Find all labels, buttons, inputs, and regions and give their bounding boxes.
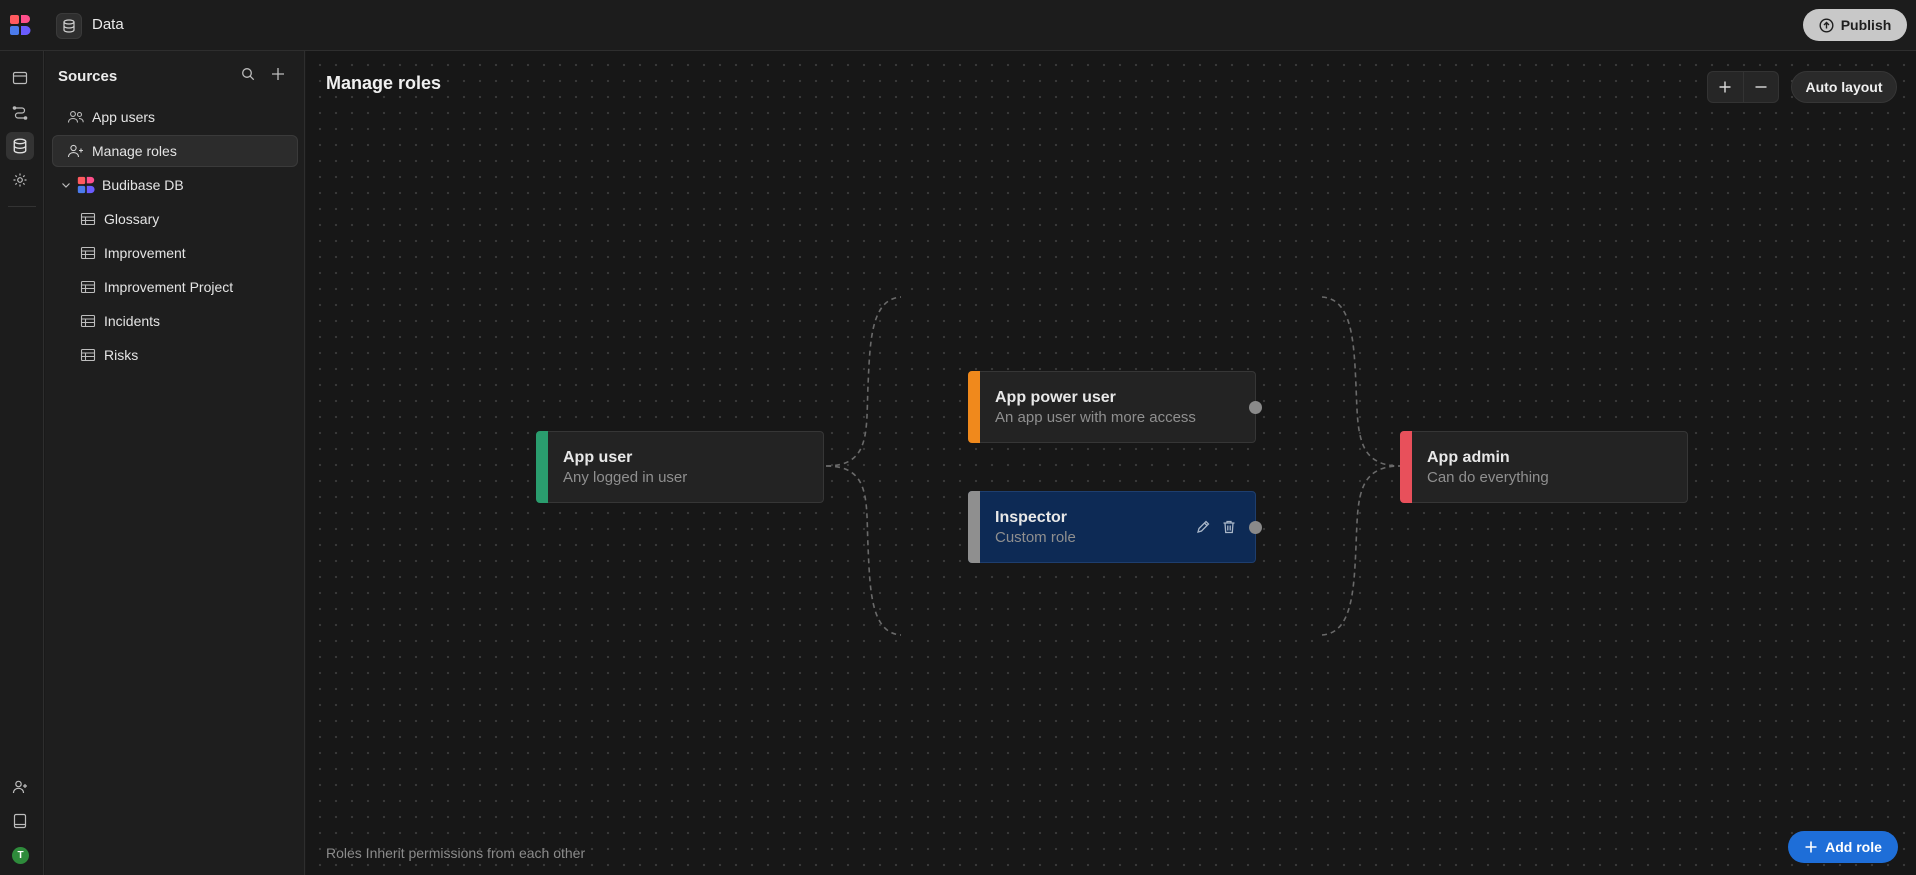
settings-icon[interactable]: [6, 166, 34, 194]
docs-icon[interactable]: [6, 807, 34, 835]
connection-handle[interactable]: [1249, 401, 1262, 414]
add-role-button[interactable]: Add role: [1788, 831, 1898, 863]
data-icon[interactable]: [6, 132, 34, 160]
role-color-stripe: [536, 431, 548, 503]
edge-inspector-to-admin: [1321, 465, 1401, 636]
nav-rail: [0, 51, 44, 875]
table-item-improvement[interactable]: Improvement: [52, 237, 298, 269]
role-node-inspector[interactable]: Inspector Custom role: [968, 491, 1262, 563]
budibase-logo[interactable]: [9, 14, 31, 36]
table-label: Incidents: [104, 313, 161, 329]
add-source-icon[interactable]: [271, 67, 285, 86]
role-color-stripe: [1400, 431, 1412, 503]
section-title: Data: [92, 16, 124, 33]
role-node-app-power-user[interactable]: App power user An app user with more acc…: [968, 371, 1262, 443]
role-node-app-admin[interactable]: App admin Can do everything: [1400, 431, 1688, 503]
role-name: App power user: [995, 389, 1116, 406]
invite-user-icon[interactable]: [6, 773, 34, 801]
top-bar: Data Publish: [0, 0, 1916, 51]
role-color-stripe: [968, 491, 980, 563]
inheritance-note: Roles Inherit permissions from each othe…: [326, 845, 586, 861]
sources-header: Sources: [58, 68, 118, 85]
edge-app-user-to-power-user: [825, 296, 902, 467]
table-label: Glossary: [104, 211, 160, 227]
delete-icon[interactable]: [1221, 519, 1237, 540]
table-icon: [78, 311, 98, 331]
edge-power-user-to-admin: [1321, 296, 1401, 467]
role-name: App user: [563, 449, 633, 466]
plus-icon: [1805, 841, 1817, 853]
roles-canvas[interactable]: Manage roles Auto layout App user Any lo…: [306, 51, 1916, 875]
table-icon: [78, 209, 98, 229]
role-color-stripe: [968, 371, 980, 443]
search-icon[interactable]: [241, 67, 255, 86]
database-icon: [56, 13, 82, 39]
datasource-budibase-db[interactable]: Budibase DB: [52, 169, 298, 201]
role-description: Any logged in user: [563, 469, 688, 486]
user-add-icon: [66, 141, 86, 161]
users-icon: [66, 107, 86, 127]
role-description: An app user with more access: [995, 409, 1196, 426]
budibase-db-icon: [76, 175, 96, 195]
edge-app-user-to-inspector: [825, 465, 902, 636]
role-description: Can do everything: [1427, 469, 1549, 486]
design-icon[interactable]: [6, 64, 34, 92]
datasource-label: Budibase DB: [102, 177, 184, 193]
role-name: App admin: [1427, 449, 1510, 466]
sources-sidebar: Sources App users Manage roles Budibase …: [45, 51, 305, 875]
edit-icon[interactable]: [1195, 519, 1211, 540]
upload-icon: [1819, 17, 1834, 33]
add-role-label: Add role: [1825, 839, 1882, 855]
sidebar-item-app-users[interactable]: App users: [52, 101, 298, 133]
chevron-down-icon[interactable]: [60, 175, 72, 195]
publish-label: Publish: [1840, 17, 1892, 33]
automation-icon[interactable]: [6, 98, 34, 126]
connection-handle[interactable]: [1249, 521, 1262, 534]
table-label: Improvement Project: [104, 279, 234, 295]
table-icon: [78, 277, 98, 297]
sidebar-item-label: App users: [92, 109, 156, 125]
role-actions: [1195, 519, 1237, 540]
table-label: Improvement: [104, 245, 186, 261]
rail-divider: [8, 206, 36, 207]
table-icon: [78, 345, 98, 365]
role-node-app-user[interactable]: App user Any logged in user: [536, 431, 824, 503]
role-description: Custom role: [995, 529, 1076, 546]
sidebar-item-manage-roles[interactable]: Manage roles: [52, 135, 298, 167]
sidebar-item-label: Manage roles: [92, 143, 177, 159]
table-icon: [78, 243, 98, 263]
table-item-risks[interactable]: Risks: [52, 339, 298, 371]
table-item-glossary[interactable]: Glossary: [52, 203, 298, 235]
role-name: Inspector: [995, 509, 1068, 526]
publish-button[interactable]: Publish: [1803, 9, 1907, 41]
table-label: Risks: [104, 347, 139, 363]
table-item-improvement-project[interactable]: Improvement Project: [52, 271, 298, 303]
table-item-incidents[interactable]: Incidents: [52, 305, 298, 337]
user-avatar[interactable]: T: [12, 847, 29, 864]
